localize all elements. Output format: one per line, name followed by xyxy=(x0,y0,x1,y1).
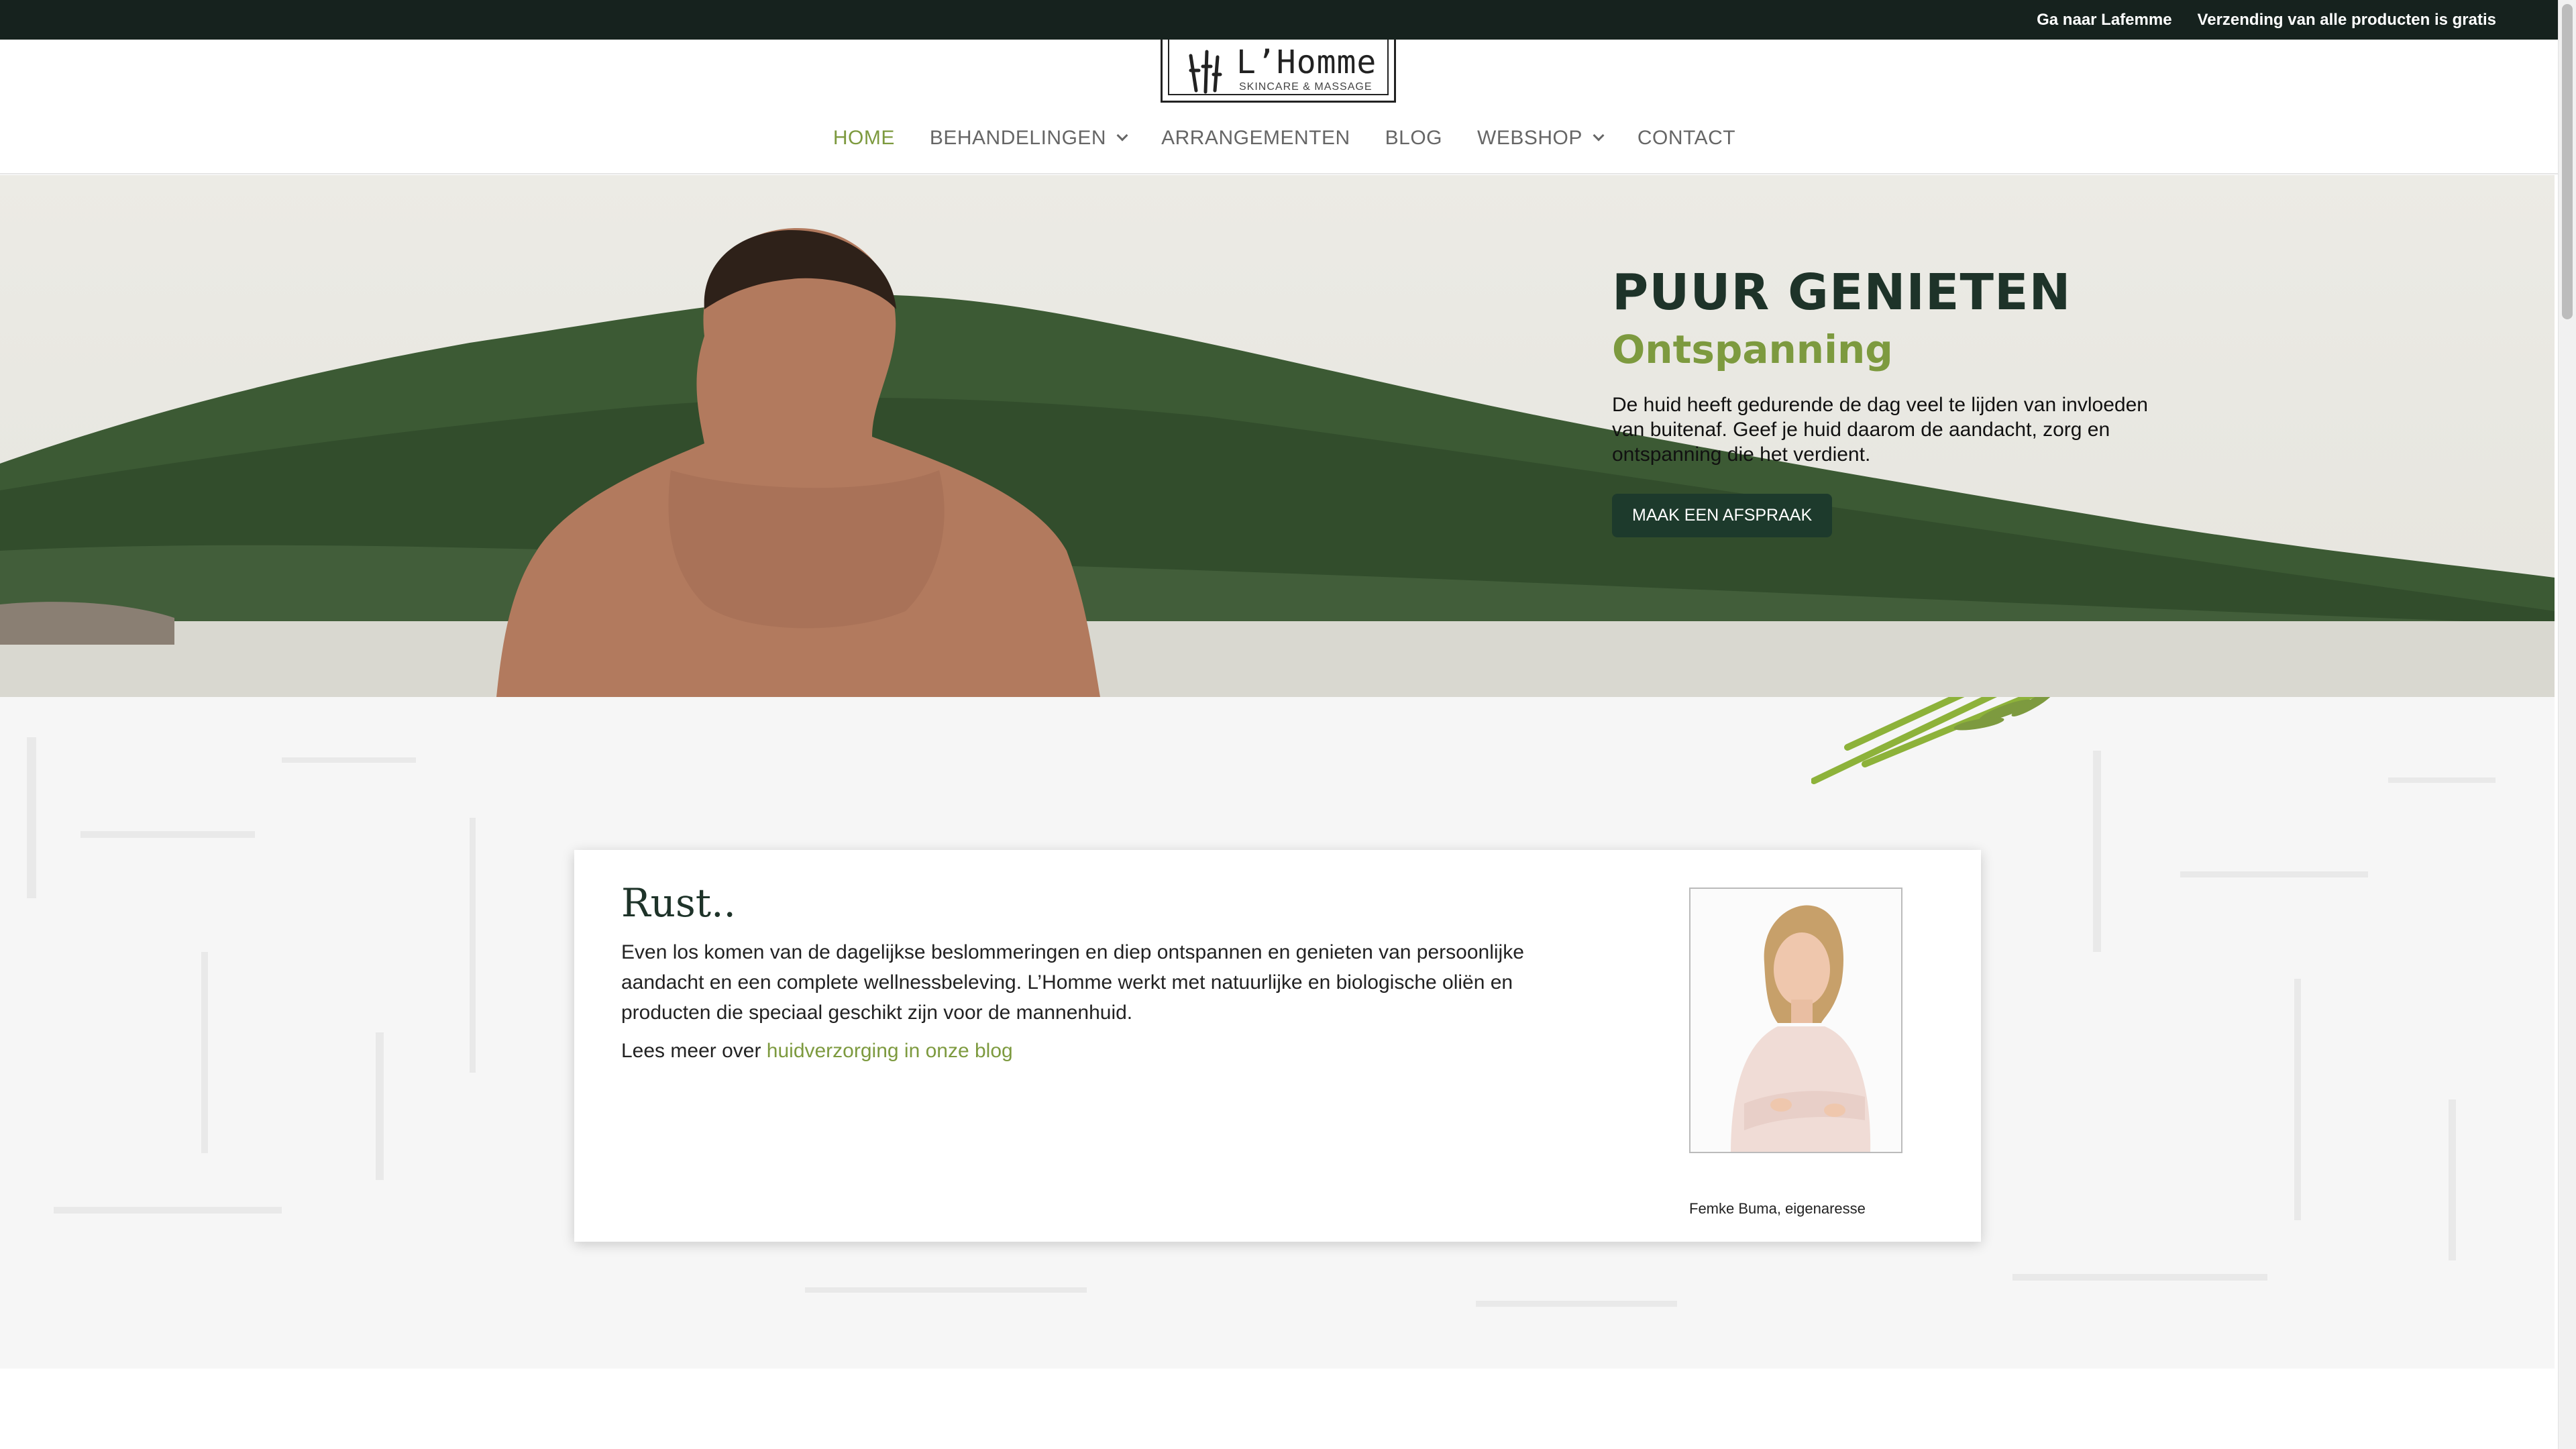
nav-webshop[interactable]: WEBSHOP xyxy=(1477,127,1605,150)
top-bar: Ga naar Lafemme Verzending van alle prod… xyxy=(0,0,2558,40)
nav-blog-label: BLOG xyxy=(1385,127,1442,149)
nav-arrangementen[interactable]: ARRANGEMENTEN xyxy=(1161,127,1350,150)
owner-photo xyxy=(1690,889,1901,1152)
free-shipping-notice: Verzending van alle producten is gratis xyxy=(2197,10,2496,29)
hero-content: PUUR GENIETEN Ontspanning De huid heeft … xyxy=(1612,264,2149,537)
vertical-scrollbar[interactable] xyxy=(2558,0,2576,1449)
nav-webshop-label: WEBSHOP xyxy=(1477,127,1582,149)
nav-behandelingen[interactable]: BEHANDELINGEN xyxy=(929,127,1128,150)
scrollbar-thumb[interactable] xyxy=(2562,4,2573,319)
read-more-line: Lees meer over huidverzorging in onze bl… xyxy=(621,1040,1013,1063)
intro-card: Rust.. Even los komen van de dagelijkse … xyxy=(574,850,1981,1242)
hero-text: De huid heeft gedurende de dag veel te l… xyxy=(1612,394,2148,466)
chevron-down-icon xyxy=(1116,129,1128,142)
nav-contact-label: CONTACT xyxy=(1637,127,1736,149)
hero-title: PUUR GENIETEN xyxy=(1612,264,2072,321)
nav-home-label: HOME xyxy=(833,127,895,149)
intro-section: Rust.. Even los komen van de dagelijkse … xyxy=(0,697,2555,1368)
read-more-prefix: Lees meer over xyxy=(621,1040,767,1062)
nav-contact[interactable]: CONTACT xyxy=(1638,127,1735,150)
logo-subtitle: SKINCARE & MASSAGE xyxy=(1239,81,1373,93)
site-header: L’Homme SKINCARE & MASSAGE HOME BEHANDEL… xyxy=(0,40,2558,174)
bamboo-decoration-icon xyxy=(1811,697,2054,784)
chevron-down-icon xyxy=(1593,129,1605,142)
nav-behandelingen-label: BEHANDELINGEN xyxy=(929,127,1107,149)
nav-home[interactable]: HOME xyxy=(833,127,895,150)
blog-link[interactable]: huidverzorging in onze blog xyxy=(767,1040,1013,1062)
logo-name: L’Homme xyxy=(1236,44,1377,81)
hero-subtitle: Ontspanning xyxy=(1612,327,1893,372)
hero-background-image xyxy=(0,228,2555,697)
nav-blog[interactable]: BLOG xyxy=(1385,127,1442,150)
intro-body: Even los komen van de dagelijkse beslomm… xyxy=(621,941,1524,1024)
portrait-caption: Femke Buma, eigenaresse xyxy=(1689,1200,1866,1217)
site-logo[interactable]: L’Homme SKINCARE & MASSAGE xyxy=(1161,40,1396,103)
bamboo-logo-icon xyxy=(1189,50,1222,94)
nav-arrangementen-label: ARRANGEMENTEN xyxy=(1161,127,1350,149)
hero-banner: PUUR GENIETEN Ontspanning De huid heeft … xyxy=(0,175,2555,697)
link-lafemme[interactable]: Ga naar Lafemme xyxy=(2037,11,2171,30)
intro-title: Rust.. xyxy=(621,880,736,926)
make-appointment-button[interactable]: MAAK EEN AFSPRAAK xyxy=(1612,494,1833,537)
owner-portrait xyxy=(1689,888,1902,1153)
main-nav: HOME BEHANDELINGEN ARRANGEMENTEN BLOG WE… xyxy=(0,127,2558,150)
